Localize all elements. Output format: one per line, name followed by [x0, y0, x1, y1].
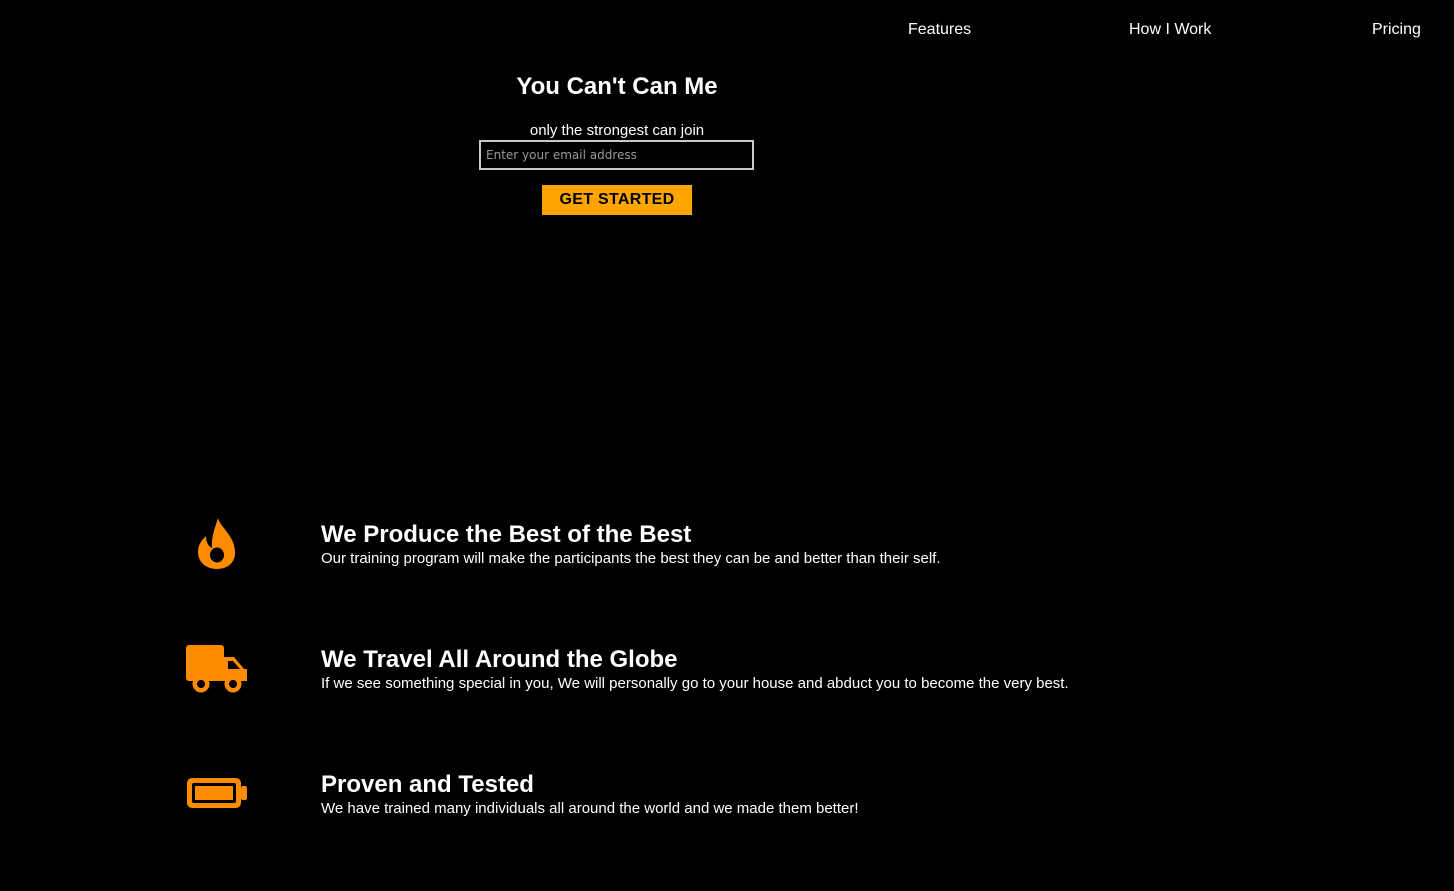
nav-link-features[interactable]: Features [908, 20, 971, 40]
feature-title: Proven and Tested [321, 771, 534, 798]
feature-title: We Travel All Around the Globe [321, 646, 678, 673]
feature-item: Proven and Tested We have trained many i… [0, 765, 1454, 845]
feature-item: We Produce the Best of the Best Our trai… [0, 515, 1454, 595]
nav-link-how-i-work[interactable]: How I Work [1129, 20, 1211, 40]
feature-description: Our training program will make the parti… [321, 550, 941, 567]
hero-subtitle: only the strongest can join [529, 122, 705, 139]
get-started-button[interactable]: GET STARTED [542, 185, 692, 215]
fire-icon [186, 515, 248, 575]
feature-title: We Produce the Best of the Best [321, 521, 692, 548]
email-input[interactable] [479, 140, 754, 170]
landing-page: Features How I Work Pricing You Can't Ca… [0, 0, 1454, 891]
battery-full-icon [186, 765, 248, 825]
nav-link-pricing[interactable]: Pricing [1372, 20, 1421, 40]
feature-description: If we see something special in you, We w… [321, 675, 1069, 692]
truck-icon [186, 640, 248, 700]
feature-description: We have trained many individuals all aro… [321, 800, 859, 817]
feature-item: We Travel All Around the Globe If we see… [0, 640, 1454, 720]
hero-title: You Can't Can Me [516, 73, 718, 100]
